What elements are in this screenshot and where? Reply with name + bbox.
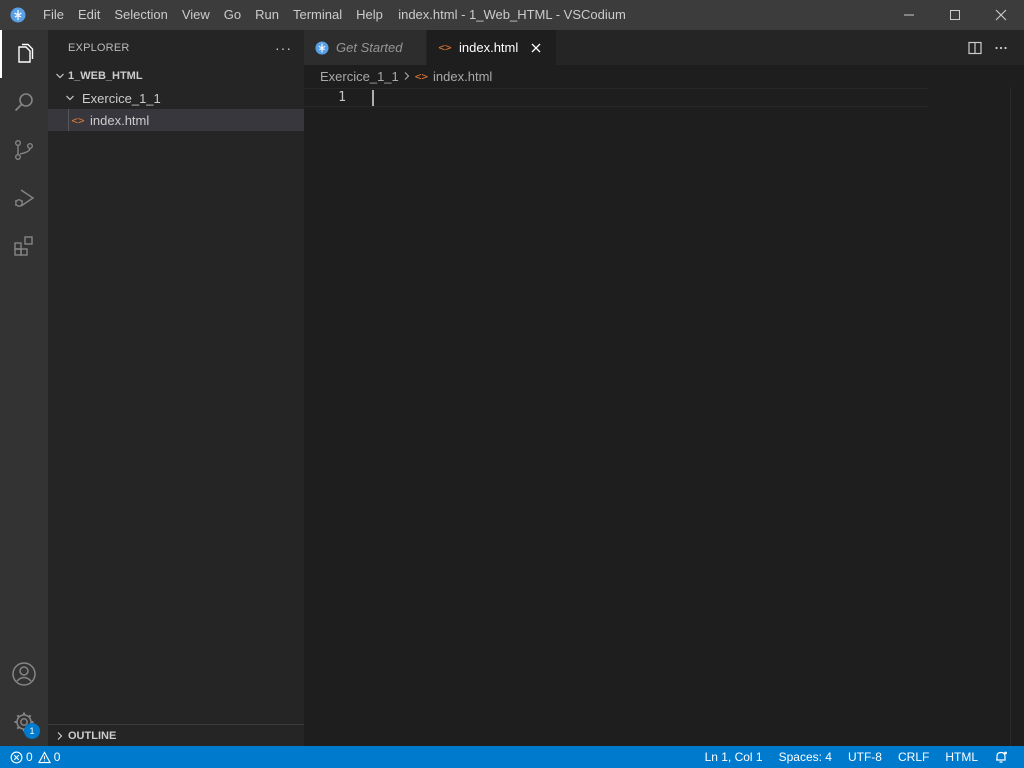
status-left: 0 0 bbox=[0, 746, 60, 768]
warning-icon bbox=[37, 750, 51, 763]
folder-label: Exercice_1_1 bbox=[82, 90, 161, 106]
folder-root[interactable]: 1_WEB_HTML bbox=[48, 65, 304, 87]
root-folder-label: 1_WEB_HTML bbox=[68, 70, 143, 82]
tab-get-started[interactable]: Get Started bbox=[304, 30, 427, 65]
menu-run[interactable]: Run bbox=[248, 0, 286, 30]
breadcrumb-file[interactable]: index.html bbox=[433, 69, 492, 84]
tab-label: Get Started bbox=[336, 40, 403, 55]
close-icon bbox=[995, 9, 1007, 21]
encoding[interactable]: UTF-8 bbox=[840, 746, 890, 768]
vscodium-logo-icon[interactable] bbox=[0, 0, 36, 30]
menu-bar: File Edit Selection View Go Run Terminal… bbox=[36, 0, 390, 30]
split-editor-icon[interactable] bbox=[962, 37, 988, 59]
chevron-right-icon bbox=[399, 71, 415, 81]
minimize-icon bbox=[904, 14, 914, 16]
accounts-icon[interactable] bbox=[0, 650, 48, 698]
html-file-icon: <> bbox=[71, 113, 85, 127]
chevron-right-icon bbox=[52, 731, 68, 741]
search-icon[interactable] bbox=[0, 78, 48, 126]
explorer-icon[interactable] bbox=[0, 30, 48, 78]
extensions-icon[interactable] bbox=[0, 222, 48, 270]
indent-guide bbox=[68, 109, 69, 131]
activity-bar: 1 bbox=[0, 30, 48, 746]
editor-area: Get Started <> index.html Exercice_1_1 <… bbox=[304, 30, 1024, 746]
error-count: 0 bbox=[26, 750, 33, 764]
sidebar-header: EXPLORER ··· bbox=[48, 30, 304, 65]
status-right: Ln 1, Col 1 Spaces: 4 UTF-8 CRLF HTML bbox=[697, 746, 1024, 768]
maximize-icon bbox=[950, 10, 960, 20]
html-file-icon: <> bbox=[438, 41, 452, 54]
outline-section[interactable]: OUTLINE bbox=[48, 724, 304, 746]
file-index-html[interactable]: <> index.html bbox=[48, 109, 304, 131]
html-file-icon: <> bbox=[414, 69, 429, 83]
run-debug-icon[interactable] bbox=[0, 174, 48, 222]
tab-bar: Get Started <> index.html bbox=[304, 30, 1024, 65]
chevron-down-icon bbox=[52, 71, 68, 81]
breadcrumb-folder[interactable]: Exercice_1_1 bbox=[320, 69, 399, 84]
chevron-down-icon bbox=[62, 93, 78, 103]
vscodium-logo-icon bbox=[314, 40, 330, 56]
more-actions-button[interactable]: ··· bbox=[275, 40, 292, 56]
problems-indicator[interactable]: 0 0 bbox=[10, 750, 60, 764]
menu-help[interactable]: Help bbox=[349, 0, 390, 30]
language-mode[interactable]: HTML bbox=[937, 746, 986, 768]
line-number: 1 bbox=[338, 90, 346, 105]
source-control-icon[interactable] bbox=[0, 126, 48, 174]
error-icon bbox=[10, 751, 23, 763]
warning-count: 0 bbox=[53, 750, 61, 764]
tab-index-html[interactable]: <> index.html bbox=[427, 30, 558, 65]
title-bar: File Edit Selection View Go Run Terminal… bbox=[0, 0, 1024, 30]
status-bar: 0 0 Ln 1, Col 1 Spaces: 4 UTF-8 CRLF HTM… bbox=[0, 746, 1024, 768]
current-line-highlight bbox=[304, 88, 929, 107]
manage-badge: 1 bbox=[24, 723, 40, 739]
menu-file[interactable]: File bbox=[36, 0, 71, 30]
code-editor[interactable]: 1 bbox=[304, 87, 1024, 746]
menu-go[interactable]: Go bbox=[217, 0, 248, 30]
explorer-sidebar: EXPLORER ··· 1_WEB_HTML Exercice_1_1 <> … bbox=[48, 30, 304, 746]
notifications-bell-icon[interactable] bbox=[986, 746, 1016, 768]
text-cursor bbox=[372, 90, 374, 106]
file-label: index.html bbox=[90, 112, 150, 128]
menu-selection[interactable]: Selection bbox=[107, 0, 174, 30]
menu-view[interactable]: View bbox=[175, 0, 217, 30]
outline-label: OUTLINE bbox=[68, 729, 117, 742]
end-of-line[interactable]: CRLF bbox=[890, 746, 937, 768]
maximize-button[interactable] bbox=[932, 0, 978, 30]
tab-label: index.html bbox=[459, 40, 519, 55]
editor-actions bbox=[962, 30, 1024, 65]
minimize-button[interactable] bbox=[886, 0, 932, 30]
breadcrumb: Exercice_1_1 <> index.html bbox=[304, 65, 1024, 87]
indentation[interactable]: Spaces: 4 bbox=[771, 746, 840, 768]
cursor-position[interactable]: Ln 1, Col 1 bbox=[697, 746, 771, 768]
folder-exercice[interactable]: Exercice_1_1 bbox=[48, 87, 304, 109]
window-controls bbox=[886, 0, 1024, 30]
menu-edit[interactable]: Edit bbox=[71, 0, 107, 30]
sidebar-title: EXPLORER bbox=[68, 41, 130, 54]
close-window-button[interactable] bbox=[978, 0, 1024, 30]
more-actions-icon[interactable] bbox=[988, 37, 1014, 59]
scrollbar[interactable] bbox=[1010, 87, 1024, 746]
close-tab-icon[interactable] bbox=[526, 38, 546, 58]
manage-gear-icon[interactable]: 1 bbox=[0, 698, 48, 746]
menu-terminal[interactable]: Terminal bbox=[286, 0, 349, 30]
